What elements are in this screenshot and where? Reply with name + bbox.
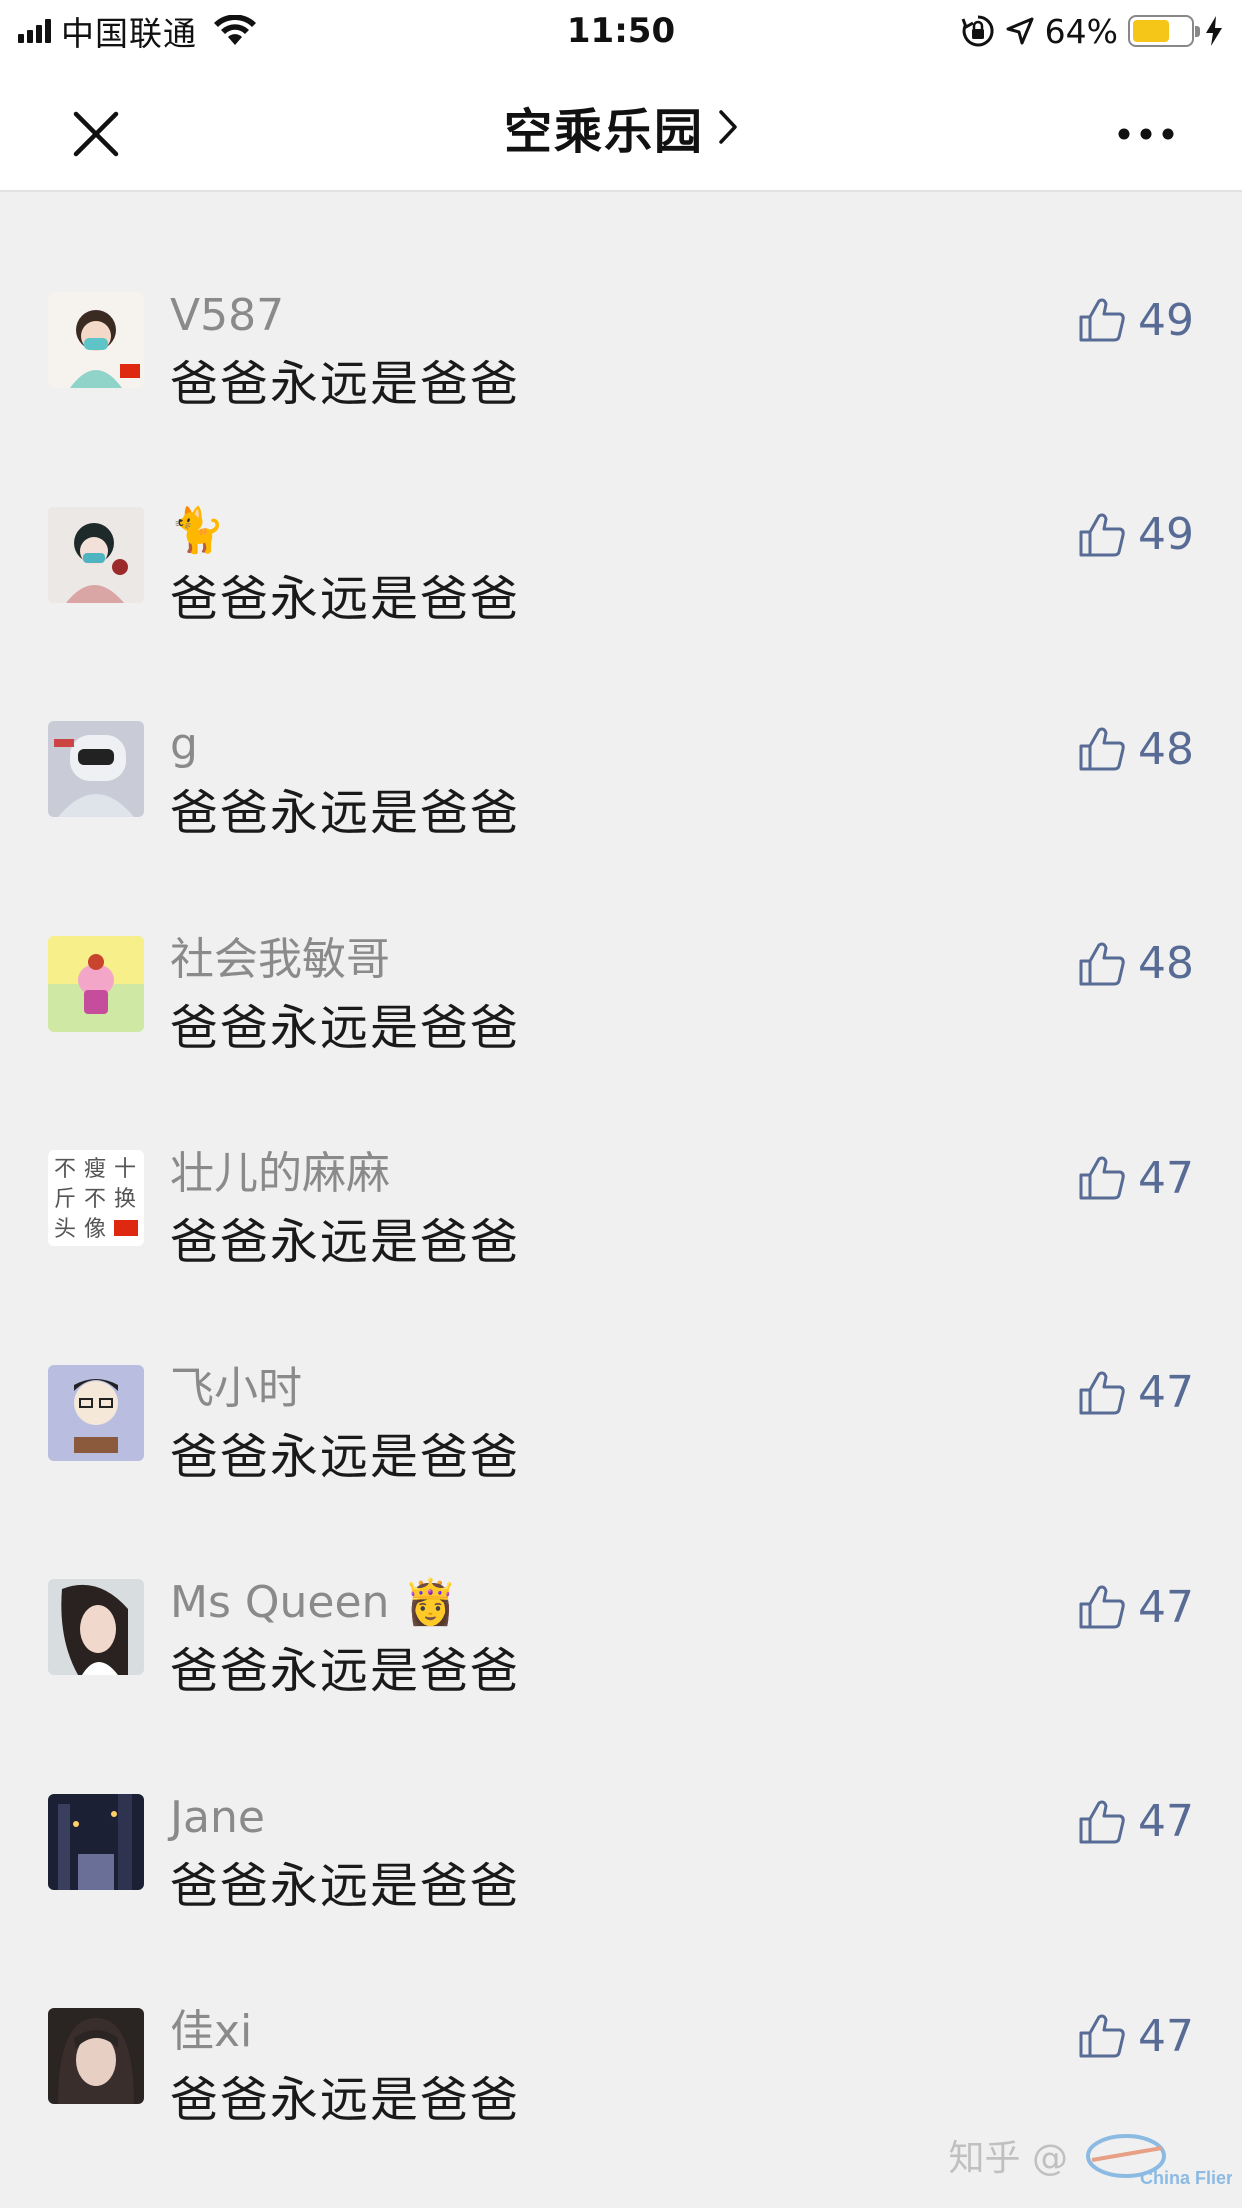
- like-count: 47: [1138, 1152, 1194, 1204]
- comment-item[interactable]: 不瘦十斤不换头像壮儿的麻麻 爸爸永远是爸爸 47: [0, 1148, 1242, 1365]
- svg-text:换: 换: [114, 1187, 136, 1212]
- avatar[interactable]: [48, 1364, 144, 1461]
- svg-text:瘦: 瘦: [84, 1157, 106, 1182]
- chevron-right-icon: [719, 110, 737, 144]
- page: 中国联通 11:50 64% 空乘乐园 V587 爸爸永远是爸爸 49 🐈 爸爸…: [0, 0, 1242, 2208]
- comment-list: V587 爸爸永远是爸爸 49 🐈 爸爸永远是爸爸 49 g 爸爸永远是爸爸 48 社会我敏哥 爸爸…: [0, 192, 1242, 2208]
- thumbs-up-icon: [1079, 1800, 1125, 1843]
- comment-text: 爸爸永远是爸爸: [170, 999, 521, 1056]
- like-count: 47: [1138, 1581, 1194, 1633]
- watermark: 知乎 @ China Flier: [949, 2120, 1232, 2190]
- comment-username[interactable]: g: [170, 717, 198, 773]
- like-button[interactable]: 47: [1078, 1363, 1194, 1423]
- like-button[interactable]: 49: [1078, 290, 1194, 350]
- charging-icon: [1206, 16, 1222, 46]
- comment-text: 爸爸永远是爸爸: [170, 356, 521, 412]
- thumbs-up-icon: [1079, 942, 1125, 985]
- like-button[interactable]: 49: [1078, 505, 1194, 565]
- like-count: 49: [1138, 294, 1194, 346]
- comment-username[interactable]: Jane: [170, 1790, 265, 1846]
- thumbs-up-icon: [1079, 298, 1125, 342]
- battery-icon: [1128, 15, 1200, 47]
- comment-username[interactable]: 佳xi: [170, 2004, 252, 2060]
- like-button[interactable]: 48: [1078, 719, 1194, 779]
- like-count: 48: [1138, 723, 1194, 775]
- like-button[interactable]: 47: [1078, 2006, 1194, 2066]
- avatar[interactable]: [48, 292, 144, 388]
- comment-item[interactable]: 飞小时爸爸永远是爸爸 47: [0, 1363, 1242, 1580]
- comment-item[interactable]: 社会我敏哥爸爸永远是爸爸 48: [0, 934, 1242, 1151]
- comment-username[interactable]: V587: [170, 288, 284, 344]
- status-bar: 中国联通 11:50 64%: [0, 0, 1242, 62]
- avatar[interactable]: [48, 1579, 144, 1675]
- watermark-text: 知乎 @: [948, 2138, 1068, 2179]
- comment-username[interactable]: 社会我敏哥: [170, 932, 390, 988]
- avatar[interactable]: [48, 2008, 144, 2104]
- comment-text: 爸爸永远是爸爸: [170, 1214, 521, 1270]
- more-icon: [1118, 128, 1174, 140]
- china-flier-logo: China Flier: [1086, 2134, 1232, 2188]
- status-right: 64%: [961, 10, 1224, 52]
- svg-text:不: 不: [84, 1187, 106, 1212]
- like-count: 49: [1138, 509, 1194, 560]
- thumbs-up-icon: [1079, 1585, 1125, 1629]
- like-button[interactable]: 48: [1078, 934, 1194, 994]
- like-count: 47: [1138, 1796, 1194, 1847]
- svg-text:十: 十: [114, 1157, 136, 1182]
- comment-username[interactable]: Ms Queen 👸: [170, 1575, 458, 1631]
- page-title: 空乘乐园: [503, 104, 704, 160]
- like-count: 48: [1138, 938, 1194, 989]
- avatar[interactable]: [48, 935, 144, 1032]
- avatar[interactable]: 不瘦十斤不换头像: [48, 1150, 144, 1246]
- thumbs-up-icon: [1079, 513, 1125, 556]
- svg-text:China Flier: China Flier: [1140, 2168, 1232, 2188]
- comment-text: 爸爸永远是爸爸: [170, 1428, 521, 1485]
- like-count: 47: [1138, 1367, 1194, 1418]
- thumbs-up-icon: [1079, 1371, 1125, 1414]
- comment-username[interactable]: 壮儿的麻麻: [170, 1146, 390, 1202]
- like-count: 47: [1138, 2010, 1194, 2062]
- avatar[interactable]: [48, 1793, 144, 1890]
- comment-item[interactable]: Ms Queen 👸 爸爸永远是爸爸 47: [0, 1577, 1242, 1794]
- comment-text: 爸爸永远是爸爸: [170, 785, 521, 841]
- battery-percent: 64%: [1044, 11, 1118, 51]
- comment-text: 爸爸永远是爸爸: [170, 2072, 521, 2128]
- comment-username[interactable]: 飞小时: [170, 1361, 302, 1417]
- avatar[interactable]: [48, 506, 144, 603]
- nav-bar: 空乘乐园: [0, 62, 1242, 192]
- nav-title-button[interactable]: 空乘乐园: [0, 62, 1242, 192]
- svg-text:斤: 斤: [54, 1187, 76, 1212]
- location-icon: [1006, 17, 1034, 45]
- like-button[interactable]: 47: [1078, 1577, 1194, 1637]
- svg-text:头: 头: [54, 1217, 76, 1242]
- thumbs-up-icon: [1079, 727, 1125, 771]
- svg-text:不: 不: [54, 1157, 76, 1182]
- comment-item[interactable]: 🐈 爸爸永远是爸爸 49: [0, 505, 1242, 722]
- comment-item[interactable]: V587 爸爸永远是爸爸 49: [0, 290, 1242, 507]
- like-button[interactable]: 47: [1078, 1792, 1194, 1852]
- battery-fill: [1133, 20, 1169, 42]
- comment-username[interactable]: 🐈: [170, 503, 225, 559]
- svg-text:像: 像: [84, 1217, 106, 1242]
- comment-item[interactable]: g 爸爸永远是爸爸 48: [0, 719, 1242, 936]
- comment-text: 爸爸永远是爸爸: [170, 570, 521, 627]
- comment-text: 爸爸永远是爸爸: [170, 1857, 521, 1914]
- rotation-lock-icon: [961, 15, 994, 47]
- more-button[interactable]: [1110, 98, 1182, 170]
- thumbs-up-icon: [1079, 1156, 1125, 1200]
- like-button[interactable]: 47: [1078, 1148, 1194, 1208]
- comment-item[interactable]: Jane 爸爸永远是爸爸 47: [0, 1792, 1242, 2009]
- thumbs-up-icon: [1079, 2014, 1125, 2058]
- avatar[interactable]: [48, 721, 144, 817]
- comment-text: 爸爸永远是爸爸: [170, 1643, 521, 1699]
